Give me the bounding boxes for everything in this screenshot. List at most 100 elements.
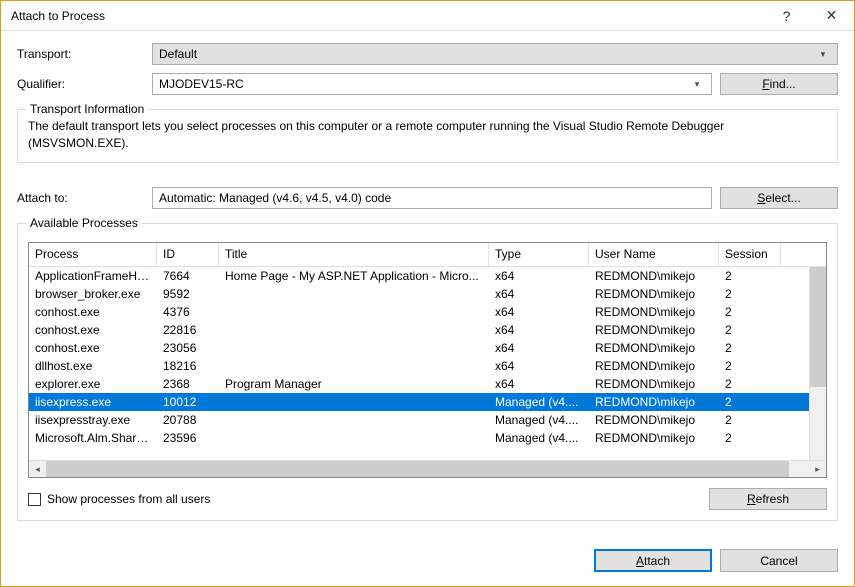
table-row[interactable]: Microsoft.Alm.Shared...23596 Managed (v4.… [29, 429, 826, 447]
cell: 7664 [157, 269, 219, 283]
cell: 2 [719, 341, 781, 355]
cell: REDMOND\mikejo [589, 431, 719, 445]
close-button[interactable]: ✕ [809, 1, 854, 30]
cell: 2 [719, 413, 781, 427]
table-body: ApplicationFrameHos...7664Home Page - My… [29, 267, 826, 460]
cell: x64 [489, 269, 589, 283]
table-row[interactable]: iisexpress.exe10012 Managed (v4....REDMON… [29, 393, 826, 411]
cell: 20788 [157, 413, 219, 427]
transport-info-legend: Transport Information [26, 102, 148, 116]
scrollbar-thumb[interactable] [810, 267, 826, 387]
cancel-button[interactable]: Cancel [720, 549, 838, 572]
cell: 2 [719, 287, 781, 301]
cell: 23596 [157, 431, 219, 445]
cell: 2 [719, 359, 781, 373]
scroll-right-icon[interactable]: ▸ [809, 461, 826, 478]
cell: REDMOND\mikejo [589, 341, 719, 355]
cell: REDMOND\mikejo [589, 323, 719, 337]
table-row[interactable]: iisexpresstray.exe20788 Managed (v4....RE… [29, 411, 826, 429]
chevron-down-icon: ▾ [815, 49, 831, 60]
process-table[interactable]: Process ID Title Type User Name Session … [28, 242, 827, 478]
cell: 10012 [157, 395, 219, 409]
cell: REDMOND\mikejo [589, 377, 719, 391]
col-id[interactable]: ID [157, 243, 219, 266]
cell: 2 [719, 323, 781, 337]
cell: x64 [489, 359, 589, 373]
cell: ApplicationFrameHos... [29, 269, 157, 283]
select-button[interactable]: Select... [720, 187, 838, 209]
table-row[interactable]: ApplicationFrameHos...7664Home Page - My… [29, 267, 826, 285]
col-type[interactable]: Type [489, 243, 589, 266]
qualifier-combobox[interactable]: MJODEV15-RC ▾ [152, 73, 712, 95]
cell: REDMOND\mikejo [589, 305, 719, 319]
close-icon: ✕ [826, 7, 838, 24]
table-row[interactable]: dllhost.exe18216 x64REDMOND\mikejo2 [29, 357, 826, 375]
cell: conhost.exe [29, 323, 157, 337]
cell: 2 [719, 395, 781, 409]
window-title: Attach to Process [11, 9, 764, 23]
qualifier-label: Qualifier: [17, 77, 152, 91]
col-session[interactable]: Session [719, 243, 781, 266]
scroll-left-icon[interactable]: ◂ [29, 461, 46, 478]
cell: iisexpress.exe [29, 395, 157, 409]
available-processes-legend: Available Processes [26, 216, 142, 230]
chevron-down-icon: ▾ [689, 79, 705, 90]
cell: Managed (v4.... [489, 431, 589, 445]
cell: REDMOND\mikejo [589, 395, 719, 409]
show-all-users-label: Show processes from all users [47, 492, 210, 506]
cell: 9592 [157, 287, 219, 301]
cell: 22816 [157, 323, 219, 337]
help-icon: ? [783, 8, 791, 24]
cell: conhost.exe [29, 305, 157, 319]
cell: x64 [489, 323, 589, 337]
table-row[interactable]: conhost.exe23056x64REDMOND\mikejo2 [29, 339, 826, 357]
cell: 2368 [157, 377, 219, 391]
table-row[interactable]: conhost.exe4376 x64REDMOND\mikejo2 [29, 303, 826, 321]
cell: x64 [489, 305, 589, 319]
qualifier-value: MJODEV15-RC [159, 77, 689, 91]
col-process[interactable]: Process [29, 243, 157, 266]
transport-info-group: Transport Information The default transp… [17, 109, 838, 163]
cell: 4376 [157, 305, 219, 319]
refresh-button[interactable]: Refresh [709, 488, 827, 510]
cell: Managed (v4.... [489, 413, 589, 427]
cell: Home Page - My ASP.NET Application - Mic… [219, 269, 489, 283]
table-row[interactable]: conhost.exe22816 x64REDMOND\mikejo2 [29, 321, 826, 339]
titlebar: Attach to Process ? ✕ [1, 1, 854, 31]
scrollbar-thumb[interactable] [46, 461, 789, 477]
cell: dllhost.exe [29, 359, 157, 373]
horizontal-scrollbar[interactable]: ◂ ▸ [29, 460, 826, 477]
table-row[interactable]: browser_broker.exe9592x64REDMOND\mikejo2 [29, 285, 826, 303]
transport-dropdown[interactable]: Default ▾ [152, 43, 838, 65]
cell: 2 [719, 431, 781, 445]
vertical-scrollbar[interactable] [809, 267, 826, 460]
attach-to-label: Attach to: [17, 191, 152, 205]
cell: REDMOND\mikejo [589, 287, 719, 301]
cell: x64 [489, 341, 589, 355]
transport-info-text: The default transport lets you select pr… [28, 118, 827, 152]
cell: 2 [719, 269, 781, 283]
cell: REDMOND\mikejo [589, 359, 719, 373]
attach-to-field: Automatic: Managed (v4.6, v4.5, v4.0) co… [152, 187, 712, 209]
cell: 23056 [157, 341, 219, 355]
cell: browser_broker.exe [29, 287, 157, 301]
cell: Microsoft.Alm.Shared... [29, 431, 157, 445]
cell: 18216 [157, 359, 219, 373]
table-row[interactable]: explorer.exe2368Program Managerx64REDMON… [29, 375, 826, 393]
cell: REDMOND\mikejo [589, 413, 719, 427]
available-processes-group: Available Processes Process ID Title Typ… [17, 223, 838, 521]
help-button[interactable]: ? [764, 1, 809, 30]
attach-to-process-dialog: Attach to Process ? ✕ Transport: Default… [0, 0, 855, 587]
attach-to-value: Automatic: Managed (v4.6, v4.5, v4.0) co… [159, 191, 391, 205]
col-title[interactable]: Title [219, 243, 489, 266]
cell: Managed (v4.... [489, 395, 589, 409]
col-user[interactable]: User Name [589, 243, 719, 266]
attach-button[interactable]: Attach [594, 549, 712, 572]
cell: iisexpresstray.exe [29, 413, 157, 427]
find-button[interactable]: Find... [720, 73, 838, 95]
checkbox-icon [28, 493, 41, 506]
cell: REDMOND\mikejo [589, 269, 719, 283]
cell: 2 [719, 305, 781, 319]
cell: explorer.exe [29, 377, 157, 391]
show-all-users-checkbox[interactable]: Show processes from all users [28, 492, 210, 506]
